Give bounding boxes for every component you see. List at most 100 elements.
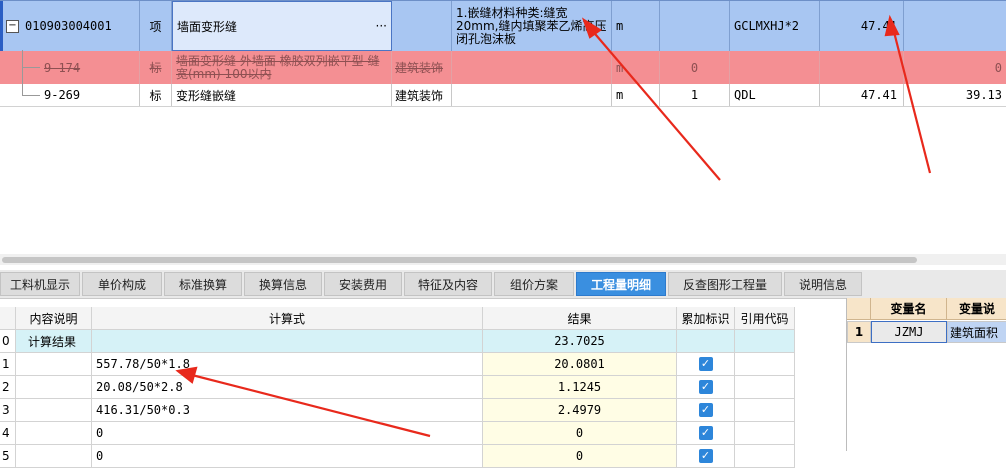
horizontal-scrollbar[interactable] <box>0 254 1006 265</box>
item-feature: 1.嵌缝材料种类:缝宽20mm,缝内填聚苯乙烯高压闭孔泡沫板 <box>452 1 612 51</box>
item-name-editor[interactable]: 墙面变形缝 ··· <box>172 1 392 51</box>
tab-description[interactable]: 说明信息 <box>784 272 862 296</box>
row-index: 1 <box>847 321 871 343</box>
table-row[interactable]: 2 20.08/50*2.8 1.1245 ✓ <box>0 376 795 399</box>
row-desc[interactable] <box>16 353 92 375</box>
tree-connector <box>22 50 23 96</box>
quota-code: 9-174 <box>44 60 81 75</box>
accumulate-checkbox[interactable]: ✓ <box>698 449 713 463</box>
accumulate-checkbox[interactable]: ✓ <box>698 426 713 440</box>
tab-quantity-detail[interactable]: 工程量明细 <box>576 272 666 296</box>
quota-expression <box>730 51 820 84</box>
row-formula[interactable]: 0 <box>92 445 483 467</box>
accumulate-checkbox[interactable]: ✓ <box>698 380 713 394</box>
item-amount <box>660 1 730 51</box>
table-row[interactable]: 4 0 0 ✓ <box>0 422 795 445</box>
row-index: 3 <box>0 399 16 421</box>
row-ref-code[interactable] <box>735 353 795 375</box>
row-result: 1.1245 <box>483 376 677 398</box>
item-type: 项 <box>140 1 172 51</box>
item-price <box>904 1 1006 51</box>
row-accumulate[interactable] <box>677 330 735 352</box>
quota-feature <box>452 84 612 106</box>
item-category <box>392 1 452 51</box>
variable-name-cell[interactable]: JZMJ <box>871 321 947 343</box>
tab-install-fee[interactable]: 安装费用 <box>324 272 402 296</box>
collapse-toggle-icon[interactable]: − <box>6 19 19 33</box>
tab-standard-conversion[interactable]: 标准换算 <box>164 272 242 296</box>
row-result: 0 <box>483 422 677 444</box>
item-unit: m <box>612 1 660 51</box>
row-ref-code[interactable] <box>735 376 795 398</box>
quota-type: 标 <box>140 51 172 84</box>
quantity-detail-grid: 内容说明 计算式 结果 累加标识 引用代码 0 计算结果 23.7025 1 5… <box>0 307 845 468</box>
item-quantity: 47.41 <box>820 1 904 51</box>
table-row-total[interactable]: 0 计算结果 23.7025 <box>0 330 795 353</box>
quota-amount: 0 <box>660 51 730 84</box>
quota-price: 39.13 <box>965 88 1002 102</box>
item-name: 墙面变形缝 <box>177 19 238 34</box>
tab-material-machine[interactable]: 工料机显示 <box>0 272 80 296</box>
quota-name: 变形缝嵌缝 <box>172 84 392 106</box>
tab-pricing-scheme[interactable]: 组价方案 <box>494 272 574 296</box>
table-row-bill-item[interactable]: − 010903004001 项 墙面变形缝 ··· 1.嵌缝材料种类:缝宽20… <box>0 0 1006 52</box>
detail-tab-bar: 工料机显示 单价构成 标准换算 换算信息 安装费用 特征及内容 组价方案 工程量… <box>0 270 1006 299</box>
column-header[interactable]: 计算式 <box>92 307 483 329</box>
quota-unit: m <box>612 51 660 84</box>
tab-features-content[interactable]: 特征及内容 <box>404 272 492 296</box>
row-desc[interactable] <box>16 376 92 398</box>
row-result: 23.7025 <box>483 330 677 352</box>
row-desc[interactable]: 计算结果 <box>16 330 92 352</box>
row-ref-code[interactable] <box>735 330 795 352</box>
variable-name-header[interactable]: 变量名 <box>871 298 947 320</box>
column-header[interactable]: 内容说明 <box>16 307 92 329</box>
item-expression[interactable]: GCLMXHJ*2 <box>730 1 820 51</box>
quota-category: 建筑装饰 <box>392 84 452 106</box>
variable-desc-cell[interactable]: 建筑面积 <box>947 321 1006 343</box>
quota-unit: m <box>612 84 660 106</box>
row-desc[interactable] <box>16 422 92 444</box>
row-ref-code[interactable] <box>735 399 795 421</box>
accumulate-checkbox[interactable]: ✓ <box>698 403 713 417</box>
tab-unit-price[interactable]: 单价构成 <box>82 272 162 296</box>
row-formula[interactable]: 20.08/50*2.8 <box>92 376 483 398</box>
row-result: 20.0801 <box>483 353 677 375</box>
row-formula[interactable]: 416.31/50*0.3 <box>92 399 483 421</box>
quota-code: 9-269 <box>44 88 81 102</box>
row-index: 2 <box>0 376 16 398</box>
row-result: 0 <box>483 445 677 467</box>
quota-name: 墙面变形缝 外墙面 橡胶双列嵌平型 缝宽(mm) 100以内 <box>172 51 392 84</box>
table-row-quota[interactable]: 9-269 标 变形缝嵌缝 建筑装饰 m 1 QDL 47.41 39.13 <box>0 84 1006 107</box>
variable-panel: 变量名 变量说 1 JZMJ 建筑面积 <box>846 298 1006 451</box>
quota-expression: QDL <box>730 84 820 106</box>
row-ref-code[interactable] <box>735 422 795 444</box>
column-header[interactable]: 累加标识 <box>677 307 735 329</box>
quota-quantity: 47.41 <box>820 84 904 106</box>
column-header[interactable]: 结果 <box>483 307 677 329</box>
item-code: 010903004001 <box>25 19 112 33</box>
accumulate-checkbox[interactable]: ✓ <box>698 357 713 371</box>
row-formula[interactable]: 0 <box>92 422 483 444</box>
row-ref-code[interactable] <box>735 445 795 467</box>
table-row[interactable]: 5 0 0 ✓ <box>0 445 795 468</box>
row-result: 2.4979 <box>483 399 677 421</box>
row-formula[interactable]: 557.78/50*1.8 <box>92 353 483 375</box>
row-desc[interactable] <box>16 399 92 421</box>
tab-reverse-lookup[interactable]: 反查图形工程量 <box>668 272 782 296</box>
bill-items-grid: − 010903004001 项 墙面变形缝 ··· 1.嵌缝材料种类:缝宽20… <box>0 0 1006 108</box>
column-header[interactable]: 引用代码 <box>735 307 795 329</box>
variable-desc-header[interactable]: 变量说 <box>947 298 1006 320</box>
row-index: 0 <box>0 330 16 352</box>
more-options-button[interactable]: ··· <box>376 19 387 33</box>
row-index: 4 <box>0 422 16 444</box>
table-row[interactable]: 3 416.31/50*0.3 2.4979 ✓ <box>0 399 795 422</box>
table-row[interactable]: 1 557.78/50*1.8 20.0801 ✓ <box>0 353 795 376</box>
row-index: 5 <box>0 445 16 467</box>
tab-conversion-info[interactable]: 换算信息 <box>244 272 322 296</box>
row-desc[interactable] <box>16 445 92 467</box>
row-formula[interactable] <box>92 330 483 352</box>
tree-connector <box>22 67 40 68</box>
tree-connector <box>22 95 40 96</box>
table-row-quota-deleted[interactable]: 9-174 标 墙面变形缝 外墙面 橡胶双列嵌平型 缝宽(mm) 100以内 建… <box>0 51 1006 85</box>
scrollbar-thumb[interactable] <box>2 257 917 263</box>
